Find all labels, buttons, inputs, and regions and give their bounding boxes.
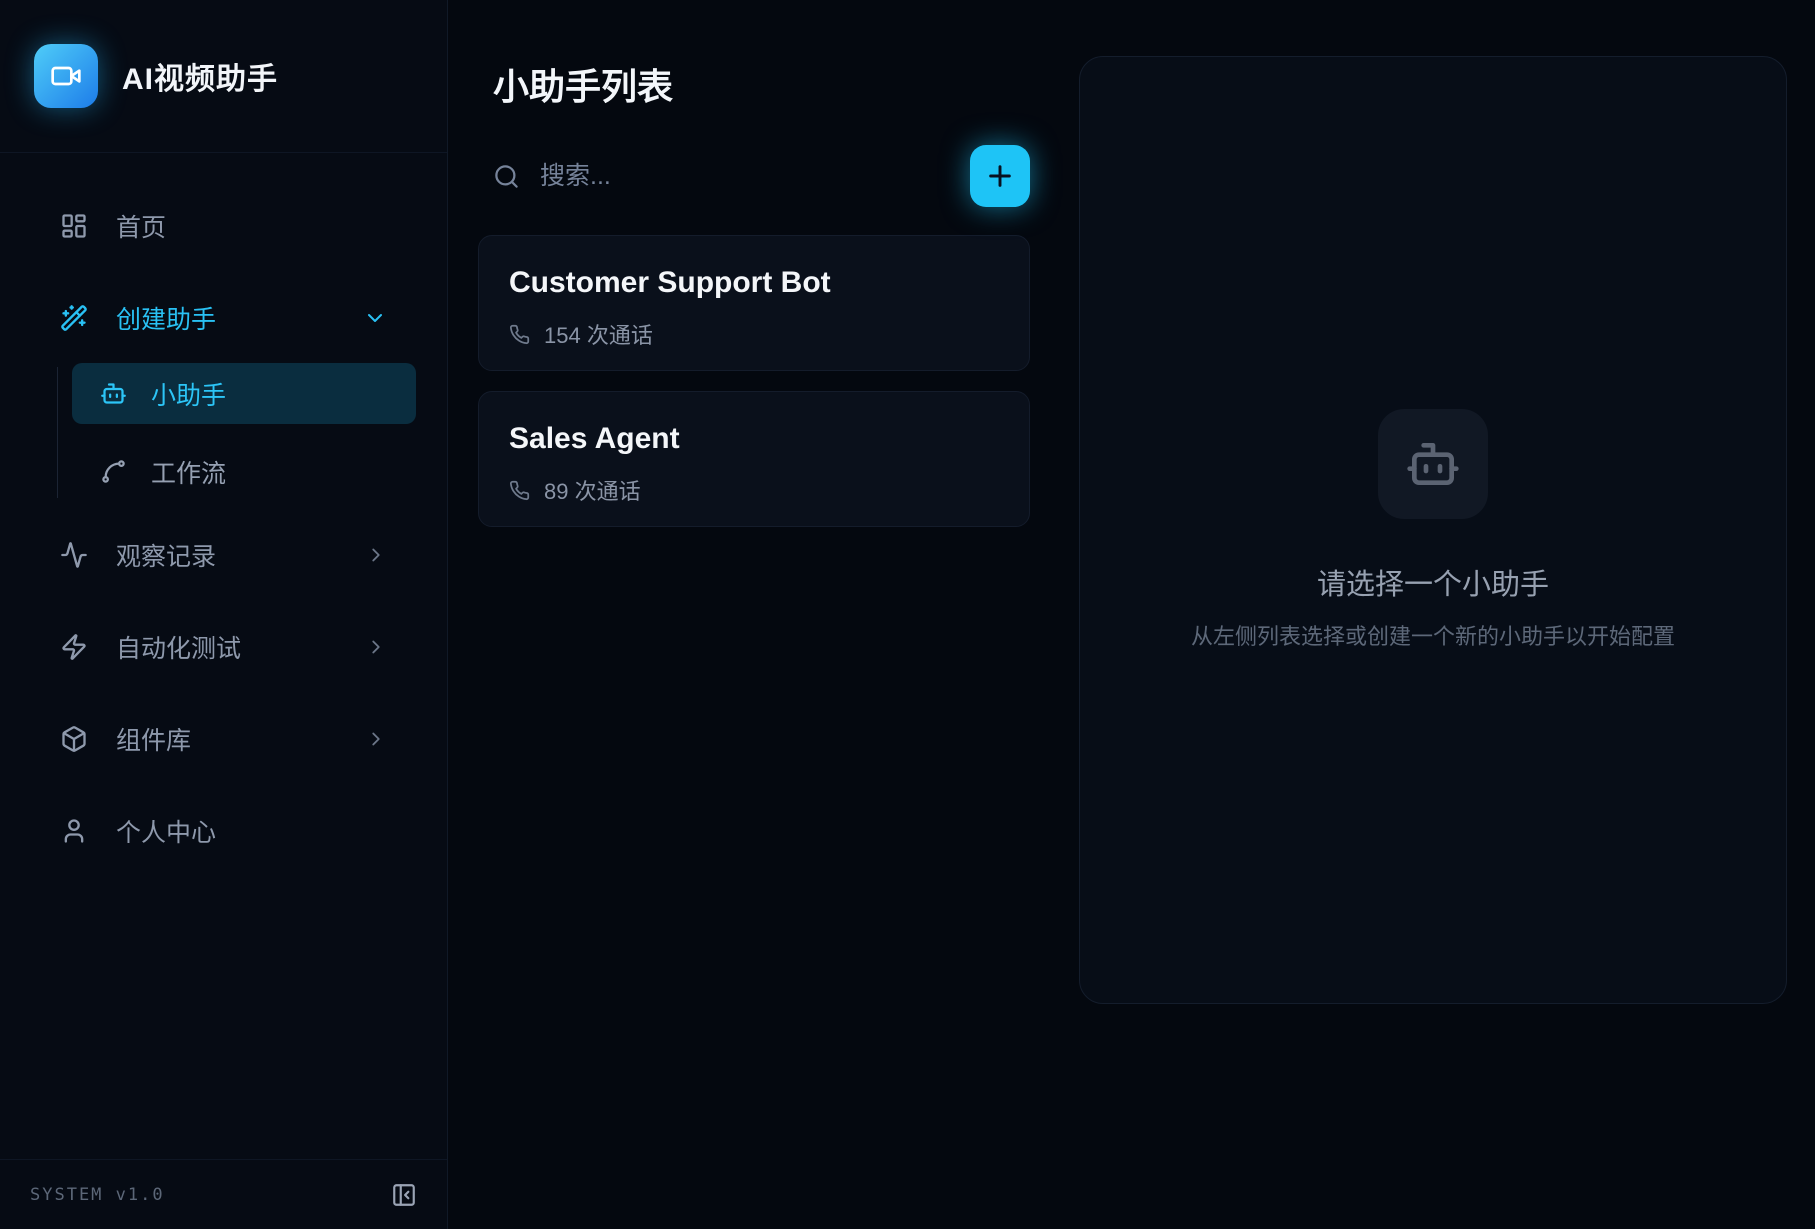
sidebar-item-testing[interactable]: 自动化测试 [24, 616, 423, 678]
sidebar-item-records[interactable]: 观察记录 [24, 524, 423, 586]
dashboard-icon [60, 212, 88, 240]
system-version: SYSTEM v1.0 [30, 1185, 165, 1205]
sidebar-subitem-label: 工作流 [151, 454, 226, 490]
empty-state-subtitle: 从左侧列表选择或创建一个新的小助手以开始配置 [1191, 619, 1675, 651]
sidebar-footer: SYSTEM v1.0 [0, 1159, 447, 1229]
panel-collapse-icon [391, 1182, 417, 1208]
assistant-meta: 89 次通话 [509, 474, 999, 506]
call-count: 154 次通话 [544, 318, 653, 350]
video-camera-icon [50, 60, 82, 92]
sidebar-item-label: 组件库 [116, 721, 191, 757]
empty-state-icon-box [1378, 409, 1488, 519]
plus-icon [984, 160, 1016, 192]
sidebar-item-label: 首页 [116, 208, 166, 244]
empty-state-title: 请选择一个小助手 [1317, 561, 1549, 603]
sidebar-item-label: 观察记录 [116, 537, 216, 573]
activity-icon [60, 541, 88, 569]
collapse-sidebar-button[interactable] [391, 1182, 417, 1208]
sidebar-subitem-workflow[interactable]: 工作流 [72, 441, 416, 502]
detail-column: 请选择一个小助手 从左侧列表选择或创建一个新的小助手以开始配置 [1079, 0, 1815, 1229]
assistant-name: Customer Support Bot [509, 266, 999, 300]
app-logo [34, 44, 98, 108]
wand-sparkles-icon [60, 304, 88, 332]
sidebar-header: AI视频助手 [0, 0, 447, 153]
assistant-card[interactable]: Sales Agent 89 次通话 [478, 391, 1030, 527]
sidebar-item-create-assistant[interactable]: 创建助手 [24, 287, 423, 349]
assistant-list-panel: 小助手列表 Customer Support Bot 154 次通话 Sales… [448, 0, 1079, 1229]
assistant-detail-panel: 请选择一个小助手 从左侧列表选择或创建一个新的小助手以开始配置 [1079, 56, 1787, 1004]
call-count: 89 次通话 [544, 474, 641, 506]
search-row [493, 144, 1030, 208]
create-assistant-submenu: 小助手 工作流 [24, 363, 423, 502]
sidebar-item-profile[interactable]: 个人中心 [24, 800, 423, 862]
chevron-right-icon [365, 636, 387, 658]
search-input[interactable] [540, 162, 970, 191]
spline-icon [100, 458, 127, 485]
phone-icon [509, 324, 530, 345]
assistant-name: Sales Agent [509, 422, 999, 456]
app-title: AI视频助手 [122, 54, 278, 98]
add-assistant-button[interactable] [970, 145, 1030, 207]
box-icon [60, 725, 88, 753]
page-title: 小助手列表 [493, 58, 1030, 110]
sidebar: AI视频助手 首页 创建助手 小助手 [0, 0, 448, 1229]
bot-icon [1405, 436, 1461, 492]
bot-icon [100, 380, 127, 407]
sidebar-subitem-label: 小助手 [151, 376, 226, 412]
chevron-right-icon [365, 544, 387, 566]
search-icon [493, 163, 520, 190]
sidebar-nav: 首页 创建助手 小助手 工作流 [0, 153, 447, 1159]
sidebar-subitem-assistant[interactable]: 小助手 [72, 363, 416, 424]
chevron-right-icon [365, 728, 387, 750]
sidebar-item-label: 自动化测试 [116, 629, 241, 665]
sidebar-item-label: 个人中心 [116, 813, 216, 849]
zap-icon [60, 633, 88, 661]
sidebar-item-home[interactable]: 首页 [24, 195, 423, 257]
chevron-down-icon [363, 306, 387, 330]
assistant-card[interactable]: Customer Support Bot 154 次通话 [478, 235, 1030, 371]
phone-icon [509, 480, 530, 501]
sidebar-item-components[interactable]: 组件库 [24, 708, 423, 770]
assistant-meta: 154 次通话 [509, 318, 999, 350]
sidebar-item-label: 创建助手 [116, 300, 216, 336]
user-icon [60, 817, 88, 845]
